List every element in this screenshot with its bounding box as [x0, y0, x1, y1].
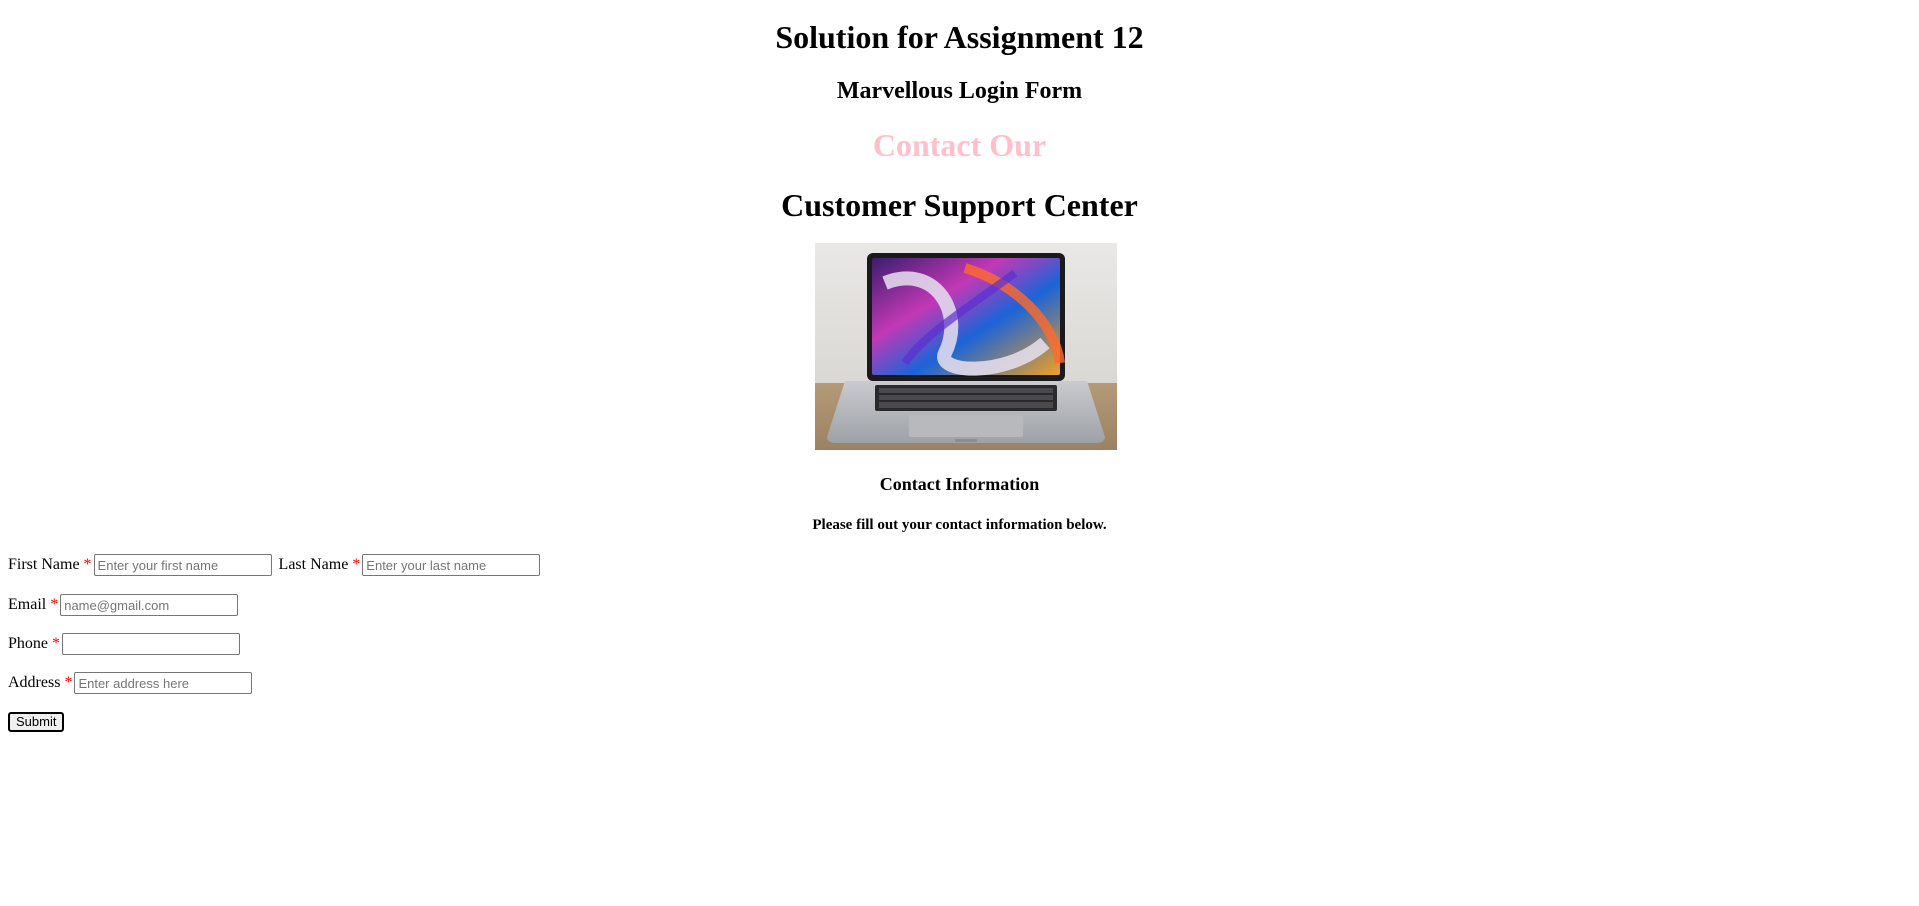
required-marker: * — [352, 556, 361, 573]
required-marker: * — [52, 635, 60, 652]
contact-info-heading: Contact Information — [879, 474, 1040, 494]
address-row: Address * — [8, 672, 253, 694]
address-label: Address — [8, 674, 61, 691]
support-center-heading: Customer Support Center — [781, 187, 1138, 223]
last-name-label: Last Name — [278, 556, 349, 573]
required-marker: * — [83, 556, 92, 573]
phone-row: Phone * — [8, 633, 240, 655]
email-row: Email * — [8, 594, 239, 616]
email-label: Email — [8, 596, 47, 613]
form-title: Marvellous Login Form — [836, 78, 1083, 104]
instruction-text: Please fill out your contact information… — [812, 517, 1107, 533]
last-name-input[interactable] — [362, 554, 541, 576]
contact-our-heading: Contact Our — [872, 127, 1047, 163]
required-marker: * — [64, 674, 73, 691]
first-name-input[interactable] — [93, 554, 272, 576]
name-row: First Name * Last Name * — [8, 554, 541, 576]
email-input[interactable] — [60, 594, 239, 616]
phone-label: Phone — [8, 635, 48, 652]
phone-input[interactable] — [62, 633, 240, 655]
laptop-image — [815, 243, 1117, 450]
submit-button[interactable]: Submit — [8, 712, 65, 732]
first-name-label: First Name — [8, 556, 80, 573]
page-title: Solution for Assignment 12 — [775, 19, 1144, 55]
required-marker: * — [50, 596, 59, 613]
address-input[interactable] — [74, 672, 253, 694]
